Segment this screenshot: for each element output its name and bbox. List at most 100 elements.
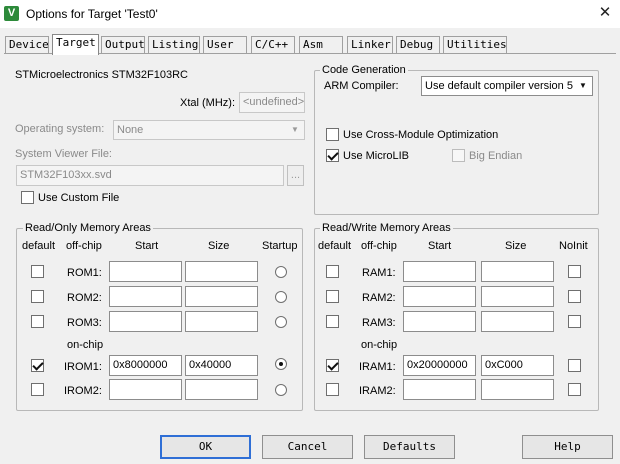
iram1-size-field[interactable]: 0xC000 bbox=[481, 355, 554, 376]
rom1-default-checkbox[interactable] bbox=[31, 265, 44, 278]
cross-module-checkbox[interactable] bbox=[326, 128, 339, 141]
close-icon[interactable]: ✕ bbox=[593, 2, 617, 24]
microlib-label: Use MicroLIB bbox=[343, 150, 410, 162]
rom3-default-checkbox[interactable] bbox=[31, 315, 44, 328]
chevron-down-icon: ▼ bbox=[579, 81, 587, 90]
rom3-label: ROM3: bbox=[67, 317, 102, 329]
browse-button[interactable]: ... bbox=[287, 165, 304, 186]
ram3-start-field[interactable] bbox=[403, 311, 476, 332]
cross-module-label: Use Cross-Module Optimization bbox=[343, 129, 499, 141]
rom2-default-checkbox[interactable] bbox=[31, 290, 44, 303]
iram2-default-checkbox[interactable] bbox=[326, 383, 339, 396]
big-endian-label: Big Endian bbox=[469, 150, 523, 162]
use-custom-file-checkbox[interactable] bbox=[21, 191, 34, 204]
ram2-default-checkbox[interactable] bbox=[326, 290, 339, 303]
rom1-size-field[interactable] bbox=[185, 261, 258, 282]
iram1-noinit-checkbox[interactable] bbox=[568, 359, 581, 372]
irom1-label: IROM1: bbox=[64, 361, 102, 373]
rom2-startup-radio[interactable] bbox=[275, 291, 287, 303]
iram1-default-checkbox[interactable] bbox=[326, 359, 339, 372]
tab-output[interactable]: Output bbox=[101, 36, 145, 54]
code-generation-title: Code Generation bbox=[320, 63, 408, 77]
rom-header-offchip: off-chip bbox=[66, 240, 102, 252]
ram3-default-checkbox[interactable] bbox=[326, 315, 339, 328]
ram-header-noinit: NoInit bbox=[559, 240, 588, 252]
rom3-startup-radio[interactable] bbox=[275, 316, 287, 328]
ram-header-start: Start bbox=[428, 240, 452, 252]
defaults-button[interactable]: Defaults bbox=[364, 435, 455, 459]
ram2-noinit-checkbox[interactable] bbox=[568, 290, 581, 303]
tab-listing[interactable]: Listing bbox=[148, 36, 200, 54]
help-button[interactable]: Help bbox=[522, 435, 613, 459]
irom2-size-field[interactable] bbox=[185, 379, 258, 400]
tab-device[interactable]: Device bbox=[5, 36, 49, 54]
microlib-checkbox[interactable] bbox=[326, 149, 339, 162]
ram1-start-field[interactable] bbox=[403, 261, 476, 282]
ram1-label: RAM1: bbox=[362, 267, 396, 279]
irom2-label: IROM2: bbox=[64, 385, 102, 397]
rom-header-start: Start bbox=[135, 240, 159, 252]
tab-c-cpp[interactable]: C/C++ bbox=[251, 36, 295, 54]
tab-utilities[interactable]: Utilities bbox=[443, 36, 507, 54]
irom1-start-field[interactable]: 0x8000000 bbox=[109, 355, 182, 376]
ok-button[interactable]: OK bbox=[160, 435, 251, 459]
tab-debug[interactable]: Debug bbox=[396, 36, 440, 54]
use-custom-file-label: Use Custom File bbox=[38, 192, 120, 204]
tab-target[interactable]: Target bbox=[52, 34, 99, 55]
rom1-start-field[interactable] bbox=[109, 261, 182, 282]
tab-user[interactable]: User bbox=[203, 36, 247, 54]
ram2-size-field[interactable] bbox=[481, 286, 554, 307]
ram2-start-field[interactable] bbox=[403, 286, 476, 307]
iram2-size-field[interactable] bbox=[481, 379, 554, 400]
rom-header-size: Size bbox=[208, 240, 230, 252]
os-select[interactable]: None ▼ bbox=[113, 120, 305, 140]
rom1-label: ROM1: bbox=[67, 267, 102, 279]
os-label: Operating system: bbox=[15, 123, 105, 135]
rom2-label: ROM2: bbox=[67, 292, 102, 304]
os-value: None bbox=[117, 124, 144, 136]
ram1-noinit-checkbox[interactable] bbox=[568, 265, 581, 278]
ram3-size-field[interactable] bbox=[481, 311, 554, 332]
ram-group-title: Read/Write Memory Areas bbox=[320, 221, 453, 235]
irom2-start-field[interactable] bbox=[109, 379, 182, 400]
rom2-start-field[interactable] bbox=[109, 286, 182, 307]
rom-header-default: default bbox=[22, 240, 56, 252]
ram3-noinit-checkbox[interactable] bbox=[568, 315, 581, 328]
ram1-size-field[interactable] bbox=[481, 261, 554, 282]
ram2-label: RAM2: bbox=[362, 292, 396, 304]
ram-header-offchip: off-chip bbox=[361, 240, 397, 252]
rom-onchip-label: on-chip bbox=[67, 339, 104, 351]
title-bar: V Options for Target 'Test0' ✕ bbox=[0, 0, 620, 28]
iram2-start-field[interactable] bbox=[403, 379, 476, 400]
svf-field[interactable]: STM32F103xx.svd bbox=[16, 165, 284, 186]
xtal-field[interactable]: <undefined> bbox=[239, 92, 305, 113]
rom3-size-field[interactable] bbox=[185, 311, 258, 332]
iram1-start-field[interactable]: 0x20000000 bbox=[403, 355, 476, 376]
irom2-default-checkbox[interactable] bbox=[31, 383, 44, 396]
ram3-label: RAM3: bbox=[362, 317, 396, 329]
cancel-button[interactable]: Cancel bbox=[262, 435, 353, 459]
rom-header-startup: Startup bbox=[262, 240, 298, 252]
arm-compiler-label: ARM Compiler: bbox=[324, 80, 399, 92]
rom1-startup-radio[interactable] bbox=[275, 266, 287, 278]
irom1-startup-radio[interactable] bbox=[275, 358, 287, 370]
irom1-default-checkbox[interactable] bbox=[31, 359, 44, 372]
iram2-noinit-checkbox[interactable] bbox=[568, 383, 581, 396]
window-title: Options for Target 'Test0' bbox=[26, 7, 158, 21]
rom3-start-field[interactable] bbox=[109, 311, 182, 332]
app-logo-icon: V bbox=[4, 6, 19, 21]
irom1-size-field[interactable]: 0x40000 bbox=[185, 355, 258, 376]
big-endian-checkbox[interactable] bbox=[452, 149, 465, 162]
xtal-label: Xtal (MHz): bbox=[180, 97, 235, 109]
tab-linker[interactable]: Linker bbox=[347, 36, 393, 54]
iram2-label: IRAM2: bbox=[359, 385, 396, 397]
iram1-label: IRAM1: bbox=[359, 361, 396, 373]
arm-compiler-value: Use default compiler version 5 bbox=[425, 80, 573, 92]
tab-asm[interactable]: Asm bbox=[299, 36, 343, 54]
arm-compiler-select[interactable]: Use default compiler version 5 ▼ bbox=[421, 76, 593, 96]
ram-header-size: Size bbox=[505, 240, 527, 252]
rom2-size-field[interactable] bbox=[185, 286, 258, 307]
irom2-startup-radio[interactable] bbox=[275, 384, 287, 396]
rom-group-title: Read/Only Memory Areas bbox=[23, 221, 153, 235]
ram1-default-checkbox[interactable] bbox=[326, 265, 339, 278]
